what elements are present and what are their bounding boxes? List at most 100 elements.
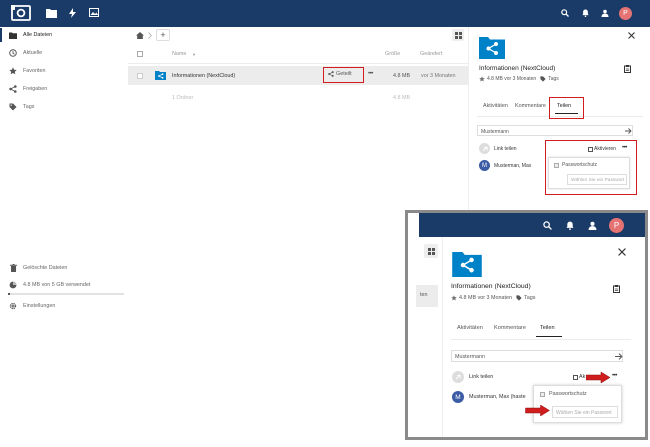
notifications-icon[interactable] — [566, 221, 574, 230]
user-name: Musterman, Max (haste — [469, 394, 526, 400]
submit-arrow-icon[interactable] — [625, 128, 632, 134]
share-icon — [8, 85, 18, 93]
activate-label[interactable]: Ak — [579, 374, 585, 380]
inset-divider — [442, 237, 443, 437]
clock-icon — [8, 49, 18, 57]
annotation-box-tab — [549, 97, 584, 119]
table-row[interactable]: Informationen (NextCloud) Geteilt ••• 4.… — [128, 66, 468, 85]
close-icon[interactable] — [628, 32, 635, 39]
search-icon[interactable] — [543, 221, 552, 230]
select-all-checkbox[interactable] — [137, 51, 143, 57]
avatar[interactable]: P — [619, 7, 632, 20]
sidebar-item-label: Alle Dateien — [23, 32, 53, 38]
notifications-icon[interactable] — [582, 9, 589, 17]
tag-icon — [516, 295, 522, 301]
clipboard-icon[interactable] — [613, 285, 620, 293]
tabs-divider — [451, 339, 631, 340]
sidebar-item-label: Einstellungen — [23, 303, 56, 309]
add-button[interactable]: + — [156, 29, 170, 41]
sidebar-item-shares[interactable]: Freigaben — [0, 82, 128, 96]
star-icon[interactable] — [451, 295, 457, 301]
tab-comments[interactable]: Kommentare — [515, 103, 546, 109]
row-more-button[interactable]: ••• — [368, 71, 373, 77]
tag-icon — [8, 103, 18, 111]
details-meta: 4.8 MB vor 3 Monaten Tags — [479, 76, 559, 82]
column-modified[interactable]: Geändert — [420, 51, 442, 57]
link-share-label: Link teilen — [469, 374, 494, 380]
column-name[interactable]: Name — [172, 51, 186, 57]
annotation-box-shared — [323, 67, 364, 83]
details-folder-icon — [452, 252, 482, 277]
tag-icon — [540, 76, 546, 82]
share-with-input[interactable]: Mustermann — [451, 350, 623, 362]
annotation-box-password — [545, 140, 637, 195]
activate-checkbox[interactable] — [573, 375, 578, 380]
breadcrumb: + — [128, 27, 468, 44]
avatar-letter: P — [613, 221, 620, 230]
breadcrumb-chevron-icon — [148, 32, 152, 39]
file-list-header: Name ▼ Größe Geändert — [128, 46, 468, 63]
quota-bar — [8, 293, 124, 295]
quota-info: 4.8 MB von 5 GB verwendet — [0, 278, 128, 292]
sidebar: Alle Dateien Aktuelle Favoriten Freigabe… — [0, 27, 128, 447]
star-icon[interactable] — [479, 76, 485, 82]
submit-arrow-icon[interactable] — [615, 353, 623, 360]
red-arrow-icon — [586, 372, 610, 383]
grid-view-button[interactable] — [424, 244, 438, 258]
link-more-button[interactable]: ••• — [612, 373, 617, 379]
user-avatar: M — [452, 391, 464, 403]
grid-view-button[interactable] — [452, 29, 464, 41]
tab-activities[interactable]: Aktivitäten — [483, 103, 508, 109]
tab-activities[interactable]: Aktivitäten — [457, 325, 483, 331]
sidebar-item-favorites[interactable]: Favoriten — [0, 64, 128, 78]
sidebar-item-label: Gelöschte Dateien — [23, 265, 68, 271]
star-icon — [8, 67, 18, 75]
contacts-icon[interactable] — [588, 221, 597, 230]
details-tags-link[interactable]: Tags — [524, 295, 535, 301]
file-size: 4.8 MB — [393, 73, 411, 79]
password-input[interactable]: Wählen Sie ein Passwort — [552, 406, 618, 418]
sidebar-item-recent[interactable]: Aktuelle — [0, 46, 128, 60]
tab-comments[interactable]: Kommentare — [494, 325, 526, 331]
pie-chart-icon — [8, 281, 18, 289]
gallery-icon[interactable] — [89, 8, 99, 17]
file-name[interactable]: Informationen (NextCloud) — [172, 73, 235, 79]
password-label[interactable]: Passwortschutz — [549, 391, 587, 397]
share-with-value: Mustermann — [481, 128, 509, 135]
active-tab-indicator — [536, 336, 562, 337]
search-icon[interactable] — [561, 9, 569, 17]
gear-icon — [8, 302, 18, 310]
sidebar-item-tags[interactable]: Tags — [0, 100, 128, 114]
folder-icon — [8, 32, 18, 39]
row-checkbox[interactable] — [137, 73, 143, 79]
avatar[interactable]: P — [609, 218, 624, 233]
contacts-icon[interactable] — [601, 9, 609, 17]
red-arrow-icon — [525, 405, 550, 416]
details-folder-icon — [479, 37, 505, 59]
password-checkbox[interactable] — [540, 392, 545, 397]
tab-sharing[interactable]: Teilen — [540, 325, 555, 331]
clipboard-icon[interactable] — [624, 65, 631, 73]
sidebar-item-all-files[interactable]: Alle Dateien — [0, 28, 128, 42]
share-with-input[interactable]: Mustermann — [477, 125, 633, 136]
details-tags-link[interactable]: Tags — [548, 76, 559, 82]
logo-icon[interactable] — [11, 5, 31, 21]
activity-icon[interactable] — [69, 8, 76, 18]
sidebar-item-deleted[interactable]: Gelöschte Dateien — [0, 261, 128, 275]
grid-icon — [427, 247, 435, 255]
inset-left-fragment: ten — [420, 292, 428, 298]
password-popover: Passwortschutz Wählen Sie ein Passwort — [533, 385, 622, 423]
user-avatar: M — [479, 160, 490, 171]
home-icon[interactable] — [136, 32, 144, 39]
link-icon — [479, 143, 490, 154]
sidebar-item-label: Favoriten — [23, 68, 46, 74]
close-icon[interactable] — [618, 248, 626, 256]
column-size[interactable]: Größe — [385, 51, 400, 57]
details-size-date: 4.8 MB vor 3 Monaten — [459, 295, 513, 301]
zoom-inset: P ten Informationen (NextCloud) 4.8 MB v… — [405, 210, 648, 440]
files-icon[interactable] — [46, 8, 57, 18]
sidebar-item-settings[interactable]: Einstellungen — [0, 299, 128, 313]
trash-icon — [8, 264, 18, 272]
quota-label: 4.8 MB von 5 GB verwendet — [23, 282, 91, 288]
quota-bar-fill — [8, 293, 10, 295]
